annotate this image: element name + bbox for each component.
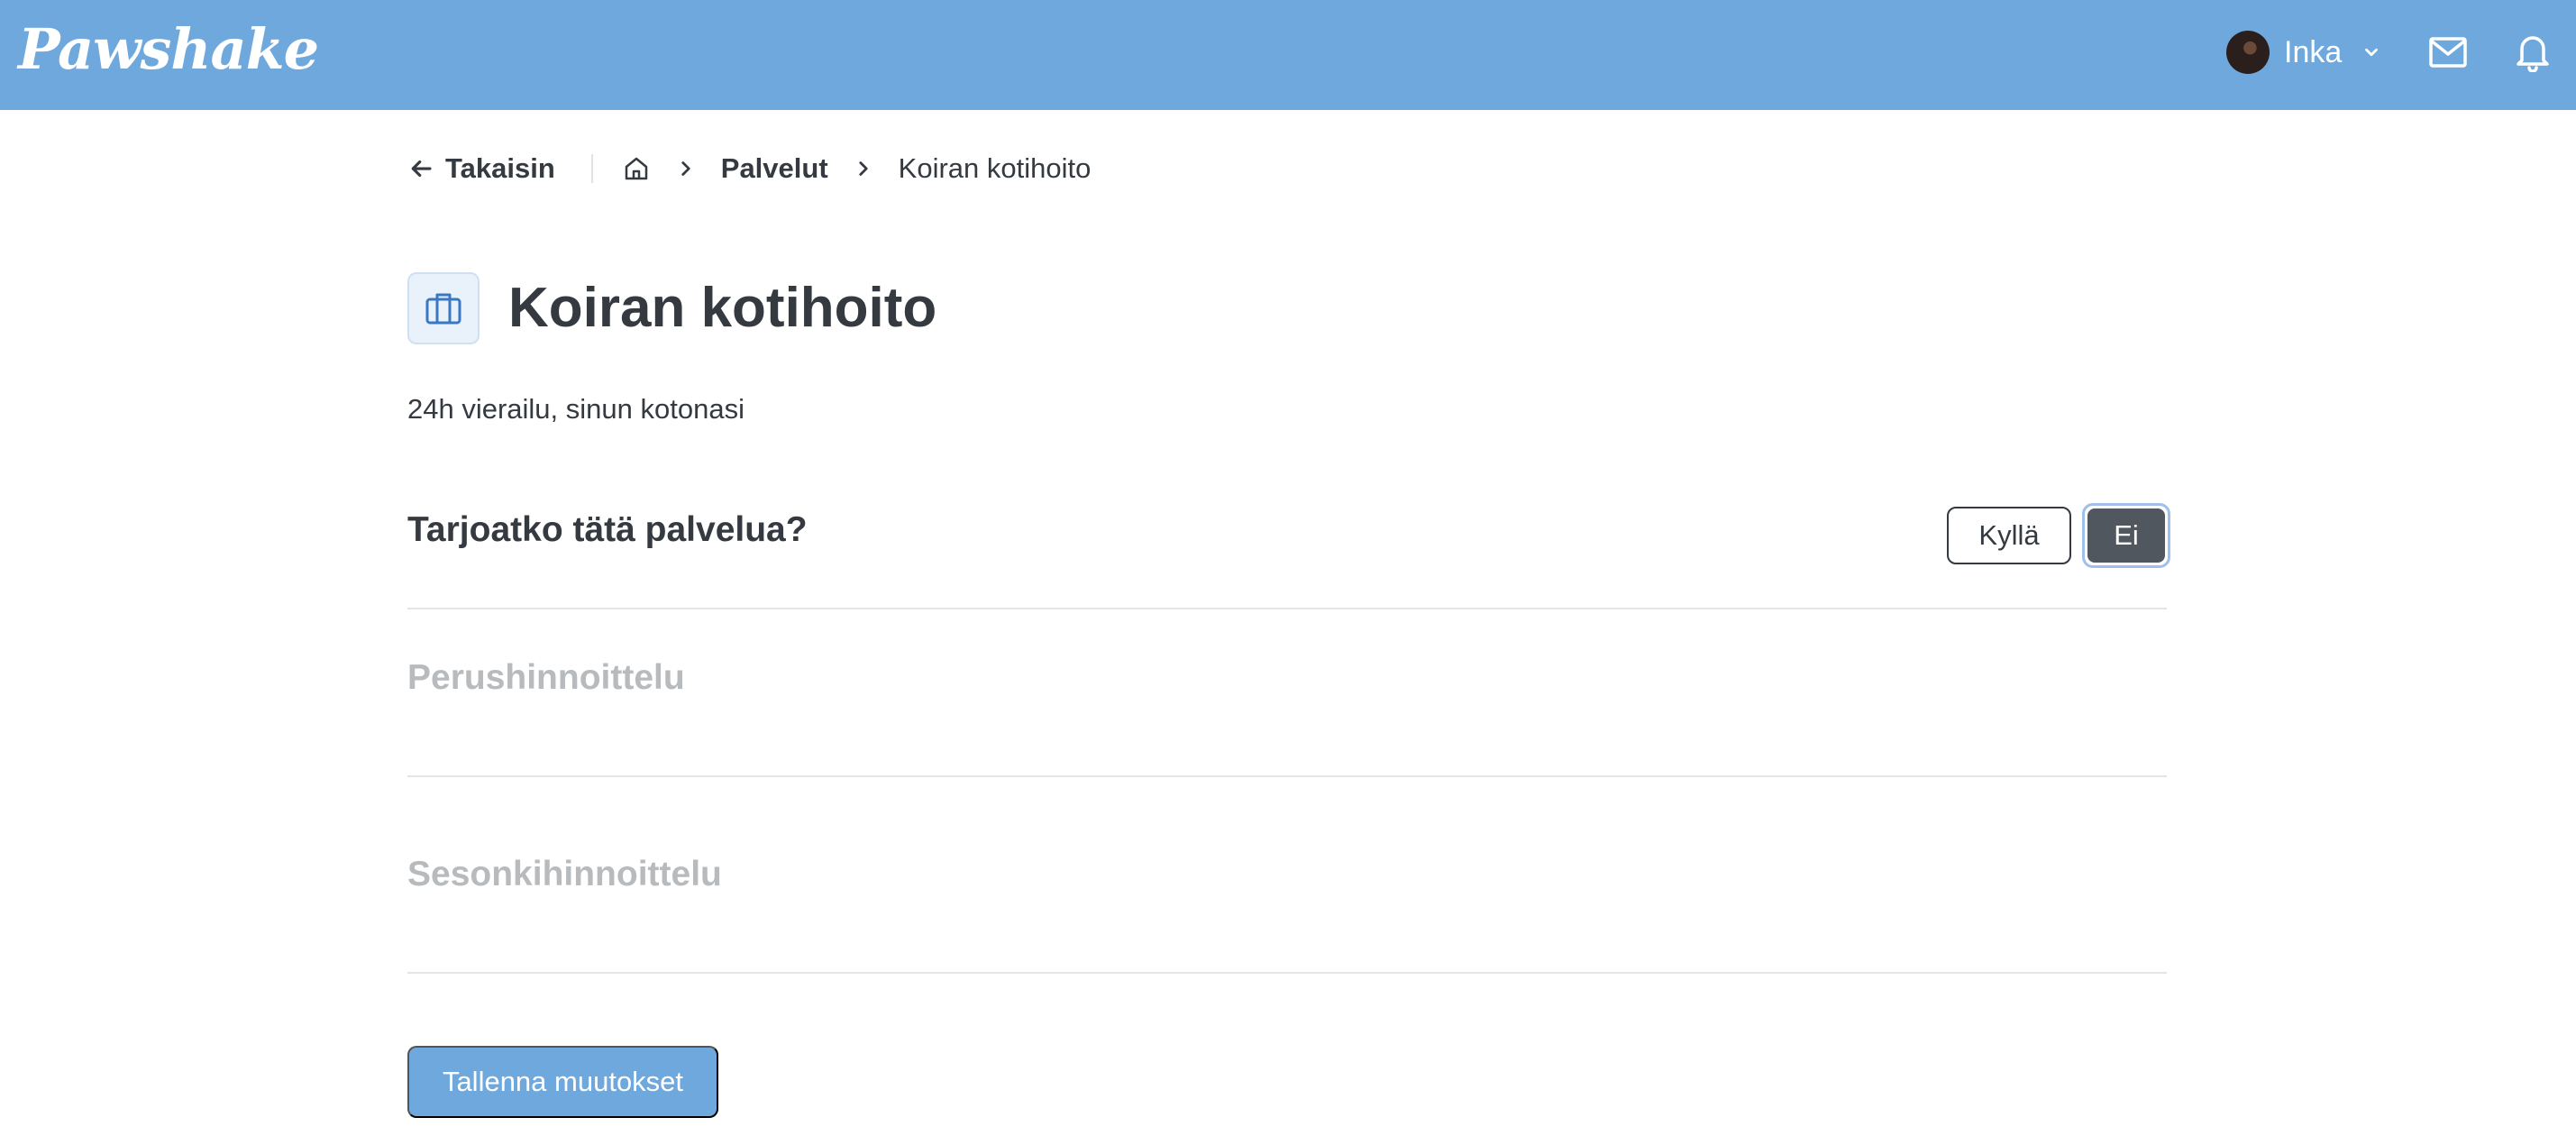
mail-icon[interactable] [2428,34,2468,70]
seasonal-pricing-heading: Sesonkihinnoittelu [407,855,722,893]
pawshake-logo[interactable]: Pawshake [18,16,319,82]
top-navigation-bar: Pawshake Inka [0,0,2576,110]
base-pricing-heading: Perushinnoittelu [407,658,685,697]
bell-icon[interactable] [2515,31,2551,72]
yes-button[interactable]: Kyllä [1947,507,2071,564]
arrow-left-icon [411,160,432,178]
save-button[interactable]: Tallenna muutokset [407,1046,718,1118]
breadcrumb-divider [590,154,593,183]
back-link[interactable]: Takaisin [407,152,555,185]
user-name[interactable]: Inka [2284,35,2342,70]
no-button-label[interactable]: Ei [2087,508,2165,563]
service-icon-box [407,272,480,344]
chevron-right-icon [681,161,690,176]
briefcase-icon [425,293,461,325]
avatar[interactable] [2226,31,2270,74]
user-menu[interactable]: Inka [2226,29,2381,76]
no-button[interactable]: Ei [2082,503,2170,568]
breadcrumb-item-services[interactable]: Palvelut [721,152,828,185]
page-subtitle: 24h vierailu, sinun kotonasi [407,393,744,425]
divider [407,972,2167,974]
breadcrumb-item-current: Koiran kotihoito [898,152,1092,184]
offer-question: Tarjoatko tätä palvelua? [407,510,808,549]
page-title: Koiran kotihoito [508,277,937,339]
divider [407,775,2167,777]
breadcrumb: Takaisin Palvelut Koiran kotihoito [407,146,1091,191]
divider [407,608,2167,609]
chevron-down-icon[interactable] [2361,42,2381,62]
back-label[interactable]: Takaisin [445,152,555,185]
chevron-right-icon [859,161,868,176]
home-icon[interactable] [622,154,651,183]
